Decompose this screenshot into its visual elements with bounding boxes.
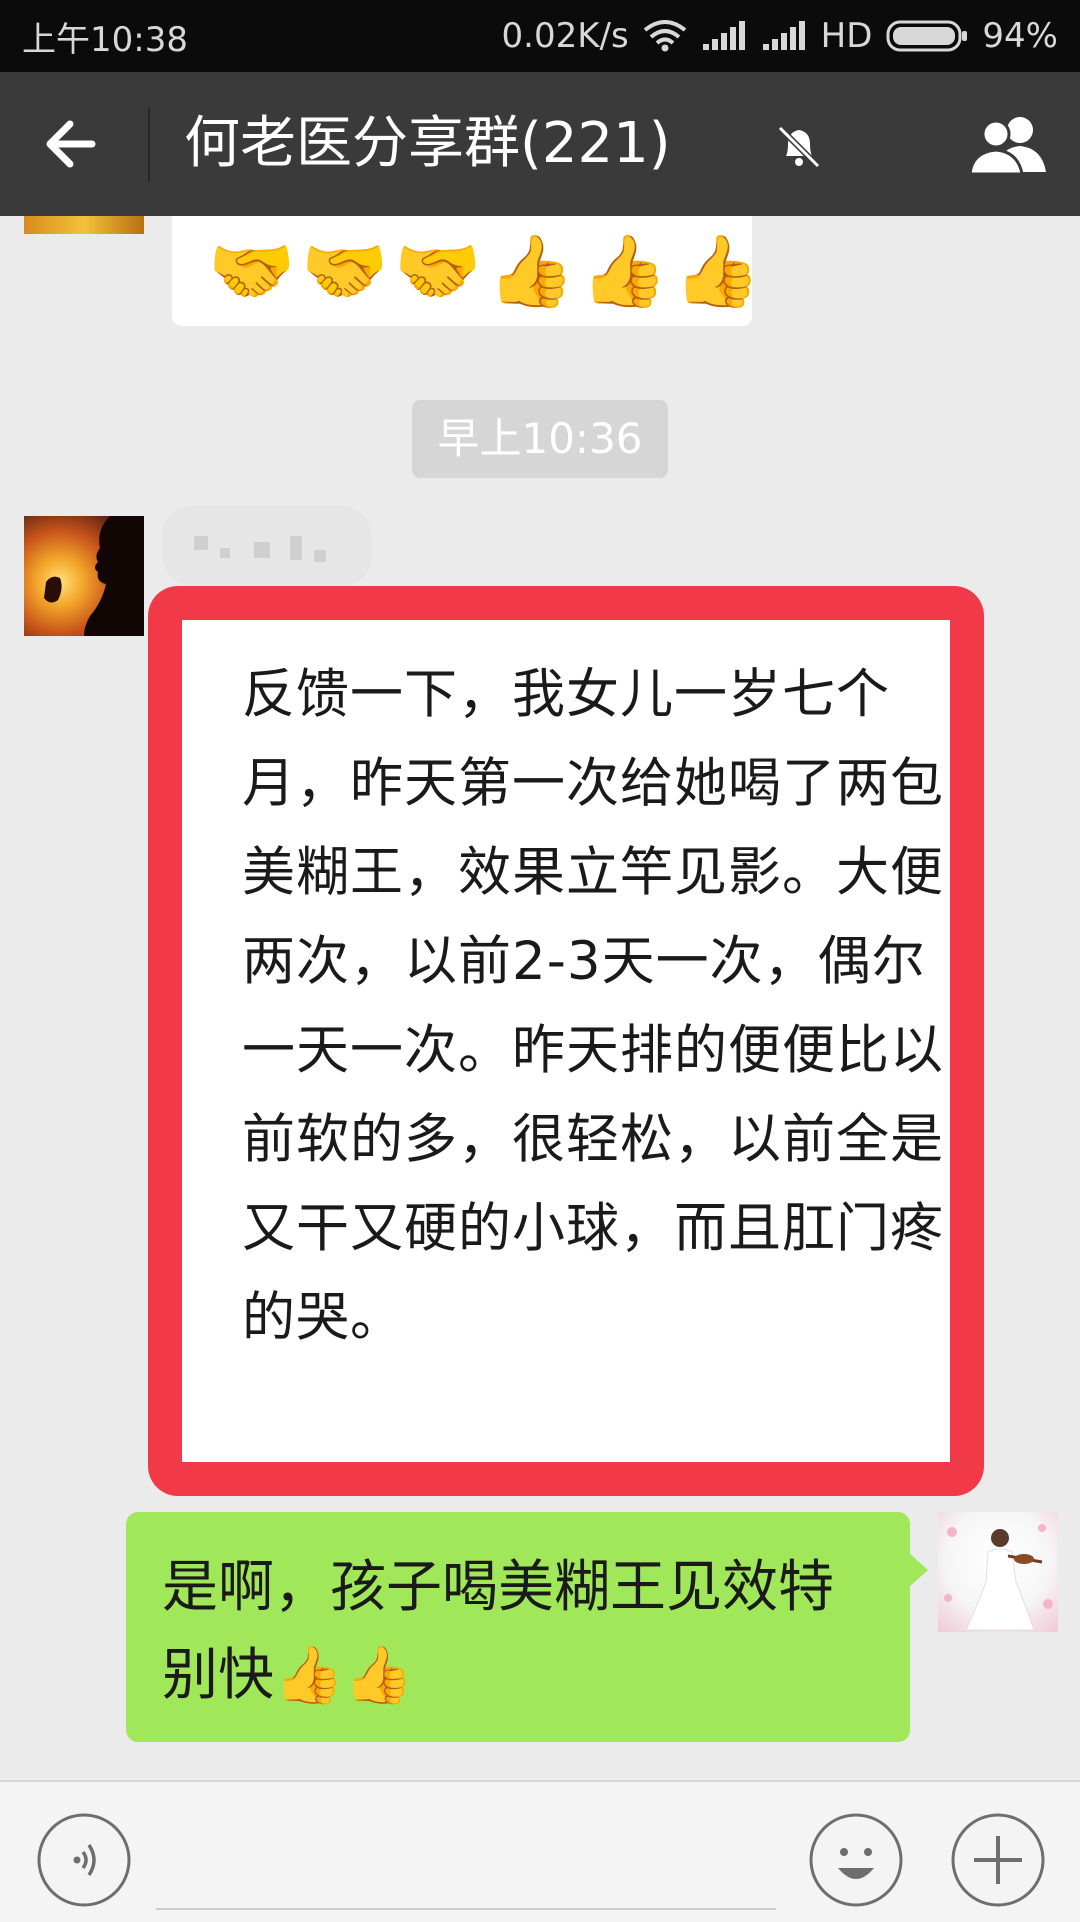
handshake-emoji: 🤝 — [208, 230, 296, 312]
smiley-icon[interactable] — [808, 1812, 904, 1908]
chat-header: 何老医分享群(221) — [0, 72, 1080, 216]
bell-off-icon — [777, 125, 821, 169]
network-speed: 0.02K/s — [501, 16, 629, 56]
message-list[interactable]: 🤝 🤝 🤝 👍 👍 👍 早上10:36 反馈一下，我女儿一岁七个月，昨天第一次给… — [0, 216, 1080, 1780]
thumbs-up-emoji: 👍 — [580, 230, 668, 312]
signal-icon — [702, 21, 745, 50]
sender-name — [162, 506, 372, 586]
back-arrow-icon[interactable] — [40, 114, 104, 174]
message-text: 反馈一下，我女儿一岁七个月，昨天第一次给她喝了两包美糊王，效果立竿见影。大便两次… — [242, 664, 944, 1348]
message-timestamp: 早上10:36 — [412, 400, 668, 478]
thumbs-up-emoji: 👍 — [673, 230, 762, 312]
title-divider — [148, 108, 150, 182]
plus-icon[interactable] — [950, 1812, 1046, 1908]
wifi-icon — [643, 20, 686, 52]
bubble-tail — [908, 1552, 928, 1588]
violinist-image — [944, 1524, 1053, 1631]
battery-icon — [886, 20, 968, 52]
silhouette-image — [44, 516, 144, 636]
message-input[interactable] — [156, 1908, 776, 1910]
battery-level: 94% — [982, 16, 1058, 56]
group-members-icon[interactable] — [966, 112, 1050, 176]
status-indicators: 0.02K/s HD 94% — [502, 16, 1059, 56]
sender-avatar[interactable] — [24, 516, 144, 636]
message-bubble-outgoing[interactable]: 是啊，孩子喝美糊王见效特别快👍👍 — [126, 1512, 928, 1742]
thumbs-up-emoji: 👍 — [487, 230, 575, 312]
status-bar: 上午10:38 0.02K/s HD 94% — [0, 0, 1080, 72]
message-bubble-emojis[interactable]: 🤝 🤝 🤝 👍 👍 👍 — [172, 216, 761, 326]
chat-title: 何老医分享群(221) — [184, 111, 671, 176]
highlighted-message[interactable]: 反馈一下，我女儿一岁七个月，昨天第一次给她喝了两包美糊王，效果立竿见影。大便两次… — [148, 586, 984, 1496]
handshake-emoji: 🤝 — [394, 230, 482, 312]
status-time: 上午10:38 — [22, 19, 188, 60]
voice-icon[interactable] — [36, 1812, 132, 1908]
my-avatar[interactable] — [938, 1512, 1058, 1632]
network-type: HD — [820, 16, 873, 56]
signal-icon-2 — [762, 21, 805, 50]
input-bar — [0, 1780, 1080, 1922]
avatar[interactable] — [24, 216, 144, 234]
message-text: 是啊，孩子喝美糊王见效特别快👍👍 — [162, 1555, 834, 1708]
handshake-emoji: 🤝 — [301, 230, 389, 312]
